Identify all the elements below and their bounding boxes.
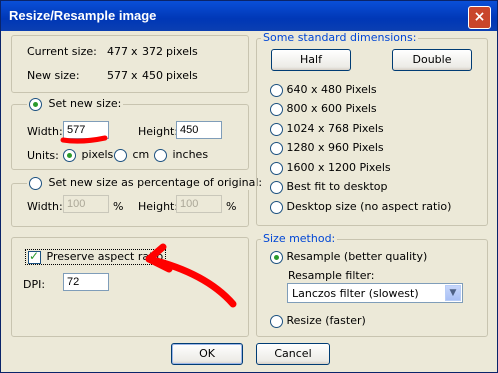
std-1600-label: 1600 x 1200 Pixels: [286, 161, 391, 174]
size-method-legend: Size method:: [261, 232, 338, 245]
resize-dialog: Resize/Resample image × Current size: 47…: [0, 0, 498, 373]
current-size-unit: pixels: [166, 45, 198, 58]
new-size-width: 577: [107, 69, 128, 82]
unit-pixels-radio[interactable]: [63, 148, 76, 162]
new-size-unit: pixels: [166, 69, 198, 82]
close-button[interactable]: ×: [468, 6, 491, 29]
window-title: Resize/Resample image: [9, 8, 157, 23]
percent-height-unit: %: [226, 200, 237, 213]
new-size-height: 450: [142, 69, 163, 82]
std-1280-radio[interactable]: [270, 141, 283, 155]
height-input[interactable]: [176, 121, 222, 139]
std-option-best-fit[interactable]: Best fit to desktop: [270, 180, 388, 194]
std-option-1280[interactable]: 1280 x 960 Pixels: [270, 141, 384, 155]
preserve-aspect-checkbox[interactable]: [28, 249, 41, 264]
new-size-x: x: [131, 69, 138, 82]
unit-option-pixels[interactable]: pixels: [63, 148, 113, 162]
unit-pixels-label: pixels: [81, 148, 114, 161]
double-button-label: Double: [412, 53, 452, 66]
percent-height-label: Height:: [138, 200, 179, 213]
percent-radio[interactable]: [29, 176, 42, 190]
chevron-down-icon[interactable]: ▼: [445, 285, 461, 301]
unit-inches-label: inches: [172, 148, 209, 161]
resize-option[interactable]: Resize (faster): [270, 314, 366, 328]
std-desktop-radio[interactable]: [270, 200, 283, 214]
set-new-size-option[interactable]: Set new size:: [27, 97, 124, 111]
half-button-label: Half: [300, 53, 322, 66]
current-size-label: Current size:: [27, 45, 97, 58]
current-size-x: x: [131, 45, 138, 58]
title-bar[interactable]: Resize/Resample image ×: [1, 1, 497, 31]
set-new-size-radio[interactable]: [29, 97, 42, 111]
half-button[interactable]: Half: [271, 49, 351, 71]
resample-option[interactable]: Resample (better quality): [270, 250, 427, 264]
width-input[interactable]: [63, 121, 109, 139]
percent-radio-label: Set new size as percentage of original:: [48, 176, 263, 189]
std-option-640[interactable]: 640 x 480 Pixels: [270, 83, 377, 97]
dpi-label: DPI:: [23, 278, 46, 291]
percent-width-unit: %: [113, 200, 124, 213]
units-label: Units:: [27, 149, 59, 162]
std-640-radio[interactable]: [270, 83, 283, 97]
std-option-1024[interactable]: 1024 x 768 Pixels: [270, 122, 384, 136]
std-1280-label: 1280 x 960 Pixels: [286, 141, 384, 154]
resample-filter-select[interactable]: Lanczos filter (slowest) ▼: [287, 283, 463, 303]
std-640-label: 640 x 480 Pixels: [286, 83, 377, 96]
resample-filter-value: Lanczos filter (slowest): [292, 287, 419, 300]
cancel-button-label: Cancel: [274, 347, 312, 360]
unit-cm-label: cm: [132, 148, 150, 161]
unit-inches-radio[interactable]: [154, 148, 167, 162]
std-1024-radio[interactable]: [270, 122, 283, 136]
percent-height-input[interactable]: [176, 195, 222, 213]
unit-option-cm[interactable]: cm: [114, 148, 149, 162]
resize-label: Resize (faster): [286, 314, 366, 327]
std-800-radio[interactable]: [270, 102, 283, 116]
standard-dimensions-legend: Some standard dimensions:: [261, 31, 419, 44]
std-option-800[interactable]: 800 x 600 Pixels: [270, 102, 377, 116]
preserve-aspect-label: Preserve aspect ratio: [46, 250, 164, 263]
set-new-size-radio-label: Set new size:: [48, 97, 122, 110]
height-label: Height:: [138, 125, 179, 138]
width-label: Width:: [27, 125, 63, 138]
std-option-desktop[interactable]: Desktop size (no aspect ratio): [270, 200, 451, 214]
size-info-group: [11, 35, 249, 93]
resample-label: Resample (better quality): [286, 250, 428, 263]
current-size-width: 477: [107, 45, 128, 58]
std-option-1600[interactable]: 1600 x 1200 Pixels: [270, 161, 391, 175]
resample-radio[interactable]: [270, 250, 283, 264]
new-size-label: New size:: [27, 69, 80, 82]
dpi-input[interactable]: [63, 273, 109, 291]
std-best-fit-label: Best fit to desktop: [286, 180, 388, 193]
ok-button-label: OK: [199, 347, 215, 360]
std-best-fit-radio[interactable]: [270, 180, 283, 194]
percent-option[interactable]: Set new size as percentage of original:: [27, 176, 265, 190]
std-800-label: 800 x 600 Pixels: [286, 102, 377, 115]
preserve-aspect-option[interactable]: Preserve aspect ratio: [25, 249, 167, 265]
close-icon: ×: [473, 9, 486, 25]
current-size-height: 372: [142, 45, 163, 58]
ok-button[interactable]: OK: [171, 343, 243, 365]
std-desktop-label: Desktop size (no aspect ratio): [286, 200, 452, 213]
std-1024-label: 1024 x 768 Pixels: [286, 122, 384, 135]
percent-width-input[interactable]: [63, 195, 109, 213]
unit-cm-radio[interactable]: [114, 148, 127, 162]
unit-option-inches[interactable]: inches: [154, 148, 208, 162]
cancel-button[interactable]: Cancel: [256, 343, 330, 365]
resize-radio[interactable]: [270, 314, 283, 328]
double-button[interactable]: Double: [392, 49, 472, 71]
resample-filter-label: Resample filter:: [288, 269, 375, 282]
percent-width-label: Width:: [27, 200, 63, 213]
std-1600-radio[interactable]: [270, 161, 283, 175]
